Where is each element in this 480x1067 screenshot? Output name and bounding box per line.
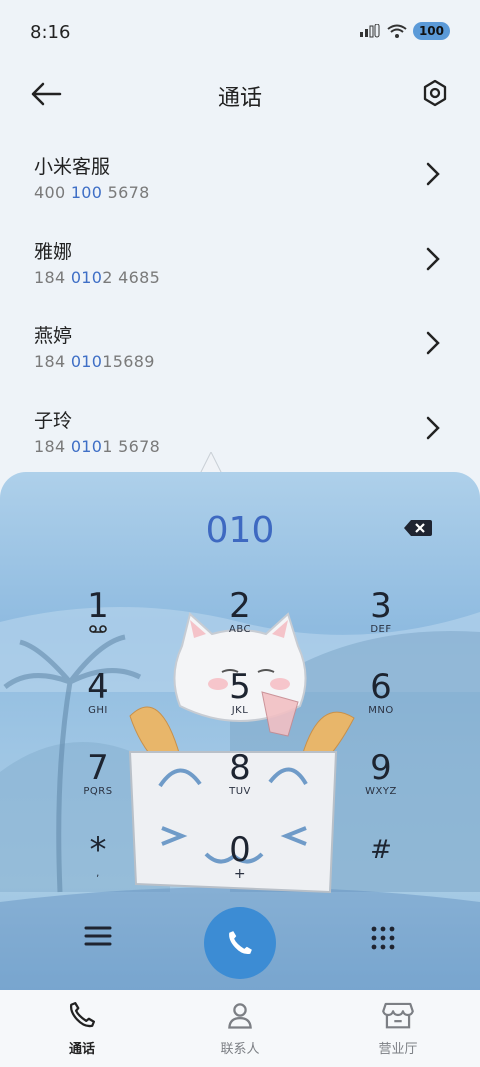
phone-outline-icon xyxy=(69,1002,95,1028)
tab-calls[interactable]: 通话 xyxy=(22,1000,142,1057)
key-1[interactable]: 1 xyxy=(48,588,148,648)
settings-button[interactable] xyxy=(420,78,450,112)
person-icon xyxy=(228,1003,252,1029)
key-hash[interactable]: # xyxy=(331,832,431,892)
tab-label: 营业厅 xyxy=(378,1042,418,1057)
chevron-right-icon xyxy=(426,247,440,271)
chevron-right-icon xyxy=(426,416,440,440)
app-bar: 通话 xyxy=(0,72,480,118)
menu-button[interactable] xyxy=(84,925,112,951)
key-3[interactable]: 3 DEF xyxy=(331,588,431,648)
page-title: 通话 xyxy=(217,86,262,111)
chevron-right-icon xyxy=(426,162,440,186)
contact-number: 184 01015689 xyxy=(34,352,155,371)
key-2[interactable]: 2 ABC xyxy=(190,588,290,648)
key-star[interactable]: * , xyxy=(48,832,148,892)
chevron-right-icon xyxy=(426,331,440,355)
status-time: 8:16 xyxy=(30,22,71,43)
contact-name: 小米客服 xyxy=(34,156,111,178)
status-bar: 8:16 100 xyxy=(0,0,480,64)
hamburger-menu-icon xyxy=(84,926,112,946)
list-item-contact[interactable]: 燕婷 184 01015689 xyxy=(0,321,480,405)
backspace-icon xyxy=(404,520,432,536)
store-icon xyxy=(382,1002,414,1029)
tab-label: 通话 xyxy=(68,1042,95,1057)
tab-label: 联系人 xyxy=(220,1042,260,1057)
tab-business-hall[interactable]: 营业厅 xyxy=(338,1000,458,1057)
key-6[interactable]: 6 MNO xyxy=(331,669,431,729)
phone-icon xyxy=(229,931,252,955)
list-item-contact[interactable]: 雅娜 184 0102 4685 xyxy=(0,237,480,321)
list-item-contact[interactable]: 小米客服 400 100 5678 xyxy=(0,152,480,236)
key-0[interactable]: 0 + xyxy=(190,832,290,892)
keypad-toggle-button[interactable] xyxy=(370,925,396,955)
status-icons: 100 xyxy=(359,22,450,40)
signal-icon xyxy=(359,24,380,38)
battery-icon: 100 xyxy=(412,22,450,40)
call-button[interactable] xyxy=(204,907,276,979)
key-7[interactable]: 7 PQRS xyxy=(48,750,148,810)
contact-name: 雅娜 xyxy=(34,241,73,263)
contact-number: 184 0101 5678 xyxy=(34,437,161,456)
contact-number: 184 0102 4685 xyxy=(34,268,161,287)
keypad-grid-icon xyxy=(371,926,395,950)
bottom-navigation: 通话 联系人 营业厅 xyxy=(0,990,480,1067)
wifi-icon xyxy=(387,24,407,38)
key-4[interactable]: 4 GHI xyxy=(48,669,148,729)
contact-name: 燕婷 xyxy=(34,325,73,347)
key-5[interactable]: 5 JKL xyxy=(190,669,290,729)
backspace-button[interactable] xyxy=(403,518,433,542)
key-9[interactable]: 9 WXYZ xyxy=(331,750,431,810)
tab-contacts[interactable]: 联系人 xyxy=(180,1000,300,1057)
contact-name: 子玲 xyxy=(34,410,73,432)
gear-icon xyxy=(423,79,447,107)
contact-number: 400 100 5678 xyxy=(34,183,150,202)
key-8[interactable]: 8 TUV xyxy=(190,750,290,810)
